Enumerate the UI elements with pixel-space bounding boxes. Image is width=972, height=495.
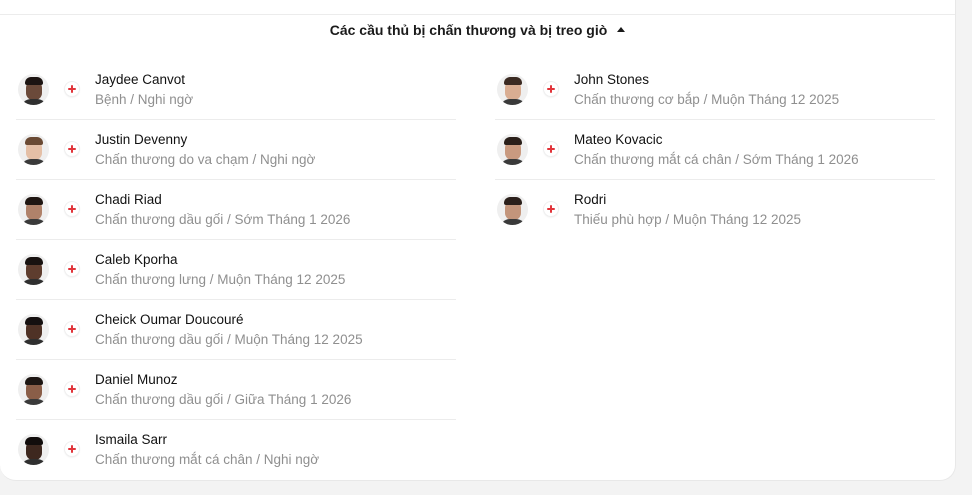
- player-name: Jaydee Canvot: [95, 72, 186, 87]
- player-avatar: [497, 134, 528, 165]
- medical-cross-icon: [65, 82, 79, 96]
- players-list-right: John Stones Chấn thương cơ bắp / Muộn Th…: [495, 60, 935, 239]
- medical-cross-icon: [544, 142, 558, 156]
- player-name: Mateo Kovacic: [574, 132, 663, 147]
- player-avatar: [18, 434, 49, 465]
- player-avatar: [18, 374, 49, 405]
- player-row[interactable]: Caleb Kporha Chấn thương lưng / Muộn Thá…: [16, 240, 456, 300]
- player-row[interactable]: Mateo Kovacic Chấn thương mắt cá chân / …: [495, 120, 935, 180]
- player-name: Caleb Kporha: [95, 252, 178, 267]
- medical-cross-icon: [65, 202, 79, 216]
- caret-up-icon[interactable]: [617, 26, 626, 32]
- injury-detail: Chấn thương mắt cá chân / Sớm Tháng 1 20…: [574, 152, 859, 167]
- player-avatar: [18, 254, 49, 285]
- player-name: Cheick Oumar Doucouré: [95, 312, 244, 327]
- section-title: Các cầu thủ bị chấn thương và bị treo gi…: [329, 22, 608, 38]
- player-avatar: [497, 74, 528, 105]
- injury-detail: Chấn thương lưng / Muộn Tháng 12 2025: [95, 272, 346, 287]
- divider: [0, 14, 955, 15]
- medical-cross-icon: [65, 262, 79, 276]
- player-name: Justin Devenny: [95, 132, 188, 147]
- player-name: John Stones: [574, 72, 650, 87]
- injury-detail: Chấn thương cơ bắp / Muộn Tháng 12 2025: [574, 92, 840, 107]
- player-row[interactable]: Ismaila Sarr Chấn thương mắt cá chân / N…: [16, 420, 456, 479]
- medical-cross-icon: [65, 442, 79, 456]
- player-row[interactable]: Rodri Thiếu phù hợp / Muộn Tháng 12 2025: [495, 180, 935, 239]
- medical-cross-icon: [544, 82, 558, 96]
- players-list-left: Jaydee Canvot Bệnh / Nghi ngờ Justin Dev…: [16, 60, 456, 479]
- player-avatar: [18, 194, 49, 225]
- player-row[interactable]: John Stones Chấn thương cơ bắp / Muộn Th…: [495, 60, 935, 120]
- section-header-toggle[interactable]: Các cầu thủ bị chấn thương và bị treo gi…: [0, 19, 955, 41]
- injury-detail: Chấn thương dầu gối / Sớm Tháng 1 2026: [95, 212, 351, 227]
- player-name: Daniel Munoz: [95, 372, 178, 387]
- player-name: Chadi Riad: [95, 192, 162, 207]
- medical-cross-icon: [65, 322, 79, 336]
- injuries-card: Các cầu thủ bị chấn thương và bị treo gi…: [0, 0, 956, 481]
- injury-detail: Chấn thương dầu gối / Muộn Tháng 12 2025: [95, 332, 363, 347]
- player-avatar: [18, 314, 49, 345]
- player-avatar: [18, 134, 49, 165]
- player-row[interactable]: Daniel Munoz Chấn thương dầu gối / Giữa …: [16, 360, 456, 420]
- injury-detail: Thiếu phù hợp / Muộn Tháng 12 2025: [574, 212, 802, 227]
- player-row[interactable]: Justin Devenny Chấn thương do va chạm / …: [16, 120, 456, 180]
- injury-detail: Chấn thương mắt cá chân / Nghi ngờ: [95, 452, 320, 467]
- injury-detail: Chấn thương dầu gối / Giữa Tháng 1 2026: [95, 392, 352, 407]
- player-name: Ismaila Sarr: [95, 432, 168, 447]
- player-avatar: [497, 194, 528, 225]
- medical-cross-icon: [544, 202, 558, 216]
- player-row[interactable]: Chadi Riad Chấn thương dầu gối / Sớm Thá…: [16, 180, 456, 240]
- player-row[interactable]: Jaydee Canvot Bệnh / Nghi ngờ: [16, 60, 456, 120]
- player-row[interactable]: Cheick Oumar Doucouré Chấn thương dầu gố…: [16, 300, 456, 360]
- player-avatar: [18, 74, 49, 105]
- medical-cross-icon: [65, 382, 79, 396]
- injury-detail: Bệnh / Nghi ngờ: [95, 92, 194, 107]
- injury-detail: Chấn thương do va chạm / Nghi ngờ: [95, 152, 316, 167]
- medical-cross-icon: [65, 142, 79, 156]
- player-name: Rodri: [574, 192, 607, 207]
